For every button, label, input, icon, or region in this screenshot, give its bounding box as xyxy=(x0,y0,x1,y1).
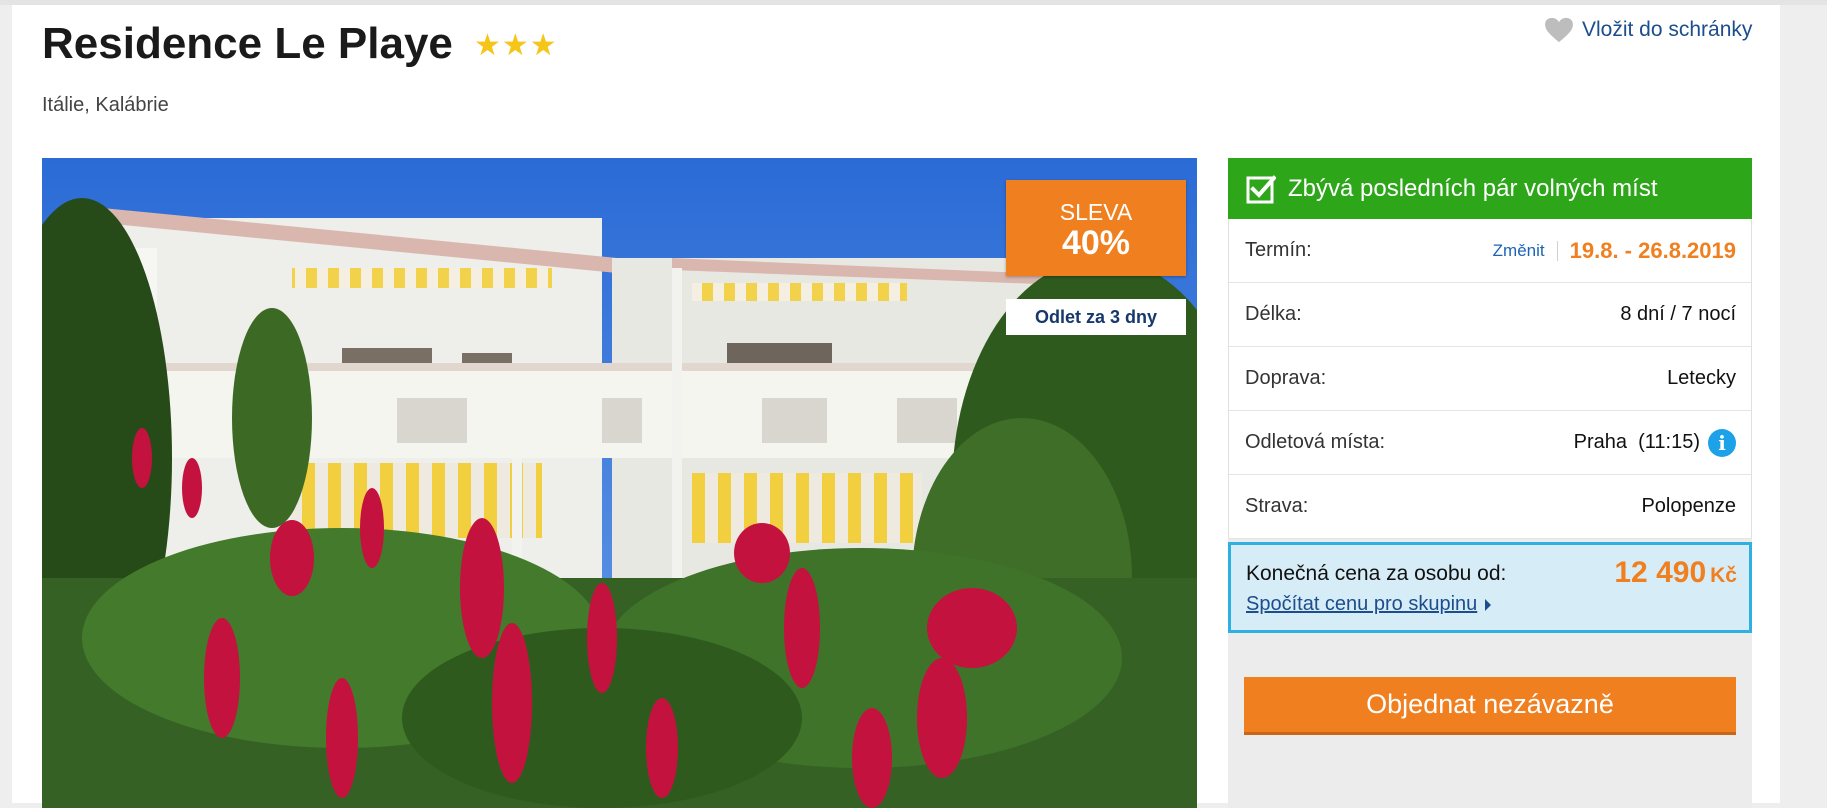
order-button[interactable]: Objednat nezávazně xyxy=(1244,677,1736,735)
departures-label: Odletová místa: xyxy=(1245,431,1386,453)
availability-text: Zbývá posledních pár volných míst xyxy=(1288,174,1658,202)
length-value: 8 dní / 7 nocí xyxy=(1620,303,1736,325)
detail-row-term: Termín: Změnit 19.8. - 26.8.2019 xyxy=(1229,219,1751,283)
add-to-wishlist-link[interactable]: Vložit do schránky xyxy=(1544,17,1752,43)
change-term-link[interactable]: Změnit xyxy=(1493,240,1558,261)
discount-badge: SLEVA 40% xyxy=(1006,180,1186,276)
detail-row-length: Délka: 8 dní / 7 nocí xyxy=(1229,283,1751,347)
heart-icon xyxy=(1545,17,1573,43)
wishlist-label: Vložit do schránky xyxy=(1582,18,1753,41)
caret-right-icon xyxy=(1485,598,1492,611)
price-amount: 12 490 Kč xyxy=(1614,556,1737,590)
discount-label: SLEVA xyxy=(1059,199,1133,225)
transport-value: Letecky xyxy=(1667,367,1736,389)
booking-panel: Zbývá posledních pár volných míst Termín… xyxy=(1228,158,1752,808)
detail-row-transport: Doprava: Letecky xyxy=(1229,347,1751,411)
page-content: Residence Le Playe ★★★ Itálie, Kalábrie … xyxy=(12,5,1780,808)
discount-percent: 40% xyxy=(1061,224,1131,262)
length-label: Délka: xyxy=(1245,303,1302,325)
price-label: Konečná cena za osobu od: xyxy=(1246,562,1507,585)
info-icon[interactable]: i xyxy=(1708,428,1736,457)
hotel-title: Residence Le Playe xyxy=(42,19,453,68)
group-price-link[interactable]: Spočítat cenu pro skupinu xyxy=(1246,593,1492,616)
detail-row-departures: Odletová místa: Praha (11:15) i xyxy=(1229,411,1751,475)
board-label: Strava: xyxy=(1245,495,1309,517)
transport-label: Doprava: xyxy=(1245,367,1327,389)
departures-value: Praha (11:15) xyxy=(1573,431,1700,453)
availability-alert: Zbývá posledních pár volných míst xyxy=(1228,158,1752,219)
trip-details: Termín: Změnit 19.8. - 26.8.2019 Délka: … xyxy=(1228,219,1752,539)
checkbox-icon xyxy=(1246,174,1276,203)
term-value: 19.8. - 26.8.2019 xyxy=(1569,237,1736,263)
group-price-link-label: Spočítat cenu pro skupinu xyxy=(1246,593,1478,615)
departure-countdown-badge: Odlet za 3 dny xyxy=(1006,299,1186,335)
detail-row-board: Strava: Polopenze xyxy=(1229,475,1751,539)
price-value: 12 490 xyxy=(1614,556,1707,589)
hotel-stars: ★★★ xyxy=(474,29,558,62)
term-label: Termín: xyxy=(1245,239,1312,261)
board-value: Polopenze xyxy=(1641,495,1736,517)
hotel-location: Itálie, Kalábrie xyxy=(42,94,169,116)
price-box: Konečná cena za osobu od: 12 490 Kč Spočí… xyxy=(1228,542,1752,633)
price-currency: Kč xyxy=(1710,564,1737,587)
